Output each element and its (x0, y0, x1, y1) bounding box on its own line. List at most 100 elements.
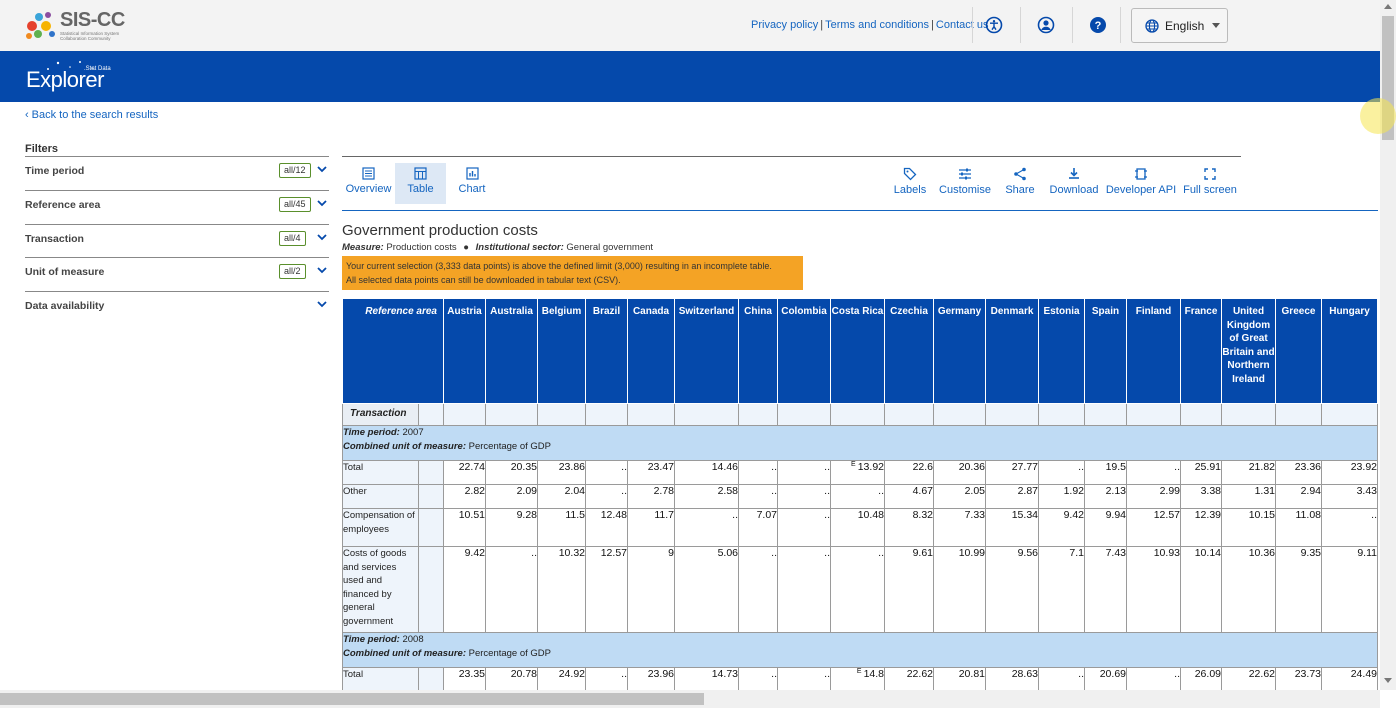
table-cell[interactable]: .. (830, 546, 885, 633)
terms-link[interactable]: Terms and conditions (825, 19, 929, 31)
table-cell[interactable]: 20.81 (933, 667, 986, 690)
download-button[interactable]: Download (1048, 163, 1100, 204)
filter-time-period[interactable]: Time period all/12 (25, 156, 329, 189)
table-cell[interactable]: 9.28 (485, 508, 538, 547)
table-cell[interactable]: 10.36 (1221, 546, 1276, 633)
table-cell[interactable]: 22.62 (1221, 667, 1276, 690)
table-cell[interactable]: 9.35 (1275, 546, 1322, 633)
account-icon[interactable] (1034, 13, 1058, 37)
horizontal-scrollbar[interactable] (0, 690, 1380, 708)
table-cell[interactable]: .. (830, 484, 885, 509)
table-cell[interactable]: 23.73 (1275, 667, 1322, 690)
table-cell[interactable]: 26.09 (1180, 667, 1222, 690)
filter-unit-of-measure[interactable]: Unit of measure all/2 (25, 257, 329, 290)
table-cell[interactable]: E 14.8 (830, 667, 885, 690)
table-cell[interactable]: .. (1038, 667, 1085, 690)
table-cell[interactable]: 12.57 (585, 546, 628, 633)
table-cell[interactable]: .. (1126, 667, 1181, 690)
table-cell[interactable]: 2.05 (933, 484, 986, 509)
table-cell[interactable]: .. (777, 484, 831, 509)
developer-api-button[interactable]: Developer API (1104, 163, 1178, 204)
filter-transaction[interactable]: Transaction all/4 (25, 224, 329, 257)
table-cell[interactable]: 10.99 (933, 546, 986, 633)
table-cell[interactable]: 10.48 (830, 508, 885, 547)
table-cell[interactable]: 5.06 (674, 546, 739, 633)
table-cell[interactable]: 9.11 (1321, 546, 1378, 633)
table-cell[interactable]: .. (777, 667, 831, 690)
table-cell[interactable]: 23.86 (537, 460, 586, 485)
table-cell[interactable]: .. (777, 546, 831, 633)
estimate-flag-icon[interactable]: E (857, 668, 862, 675)
table-cell[interactable]: 10.15 (1221, 508, 1276, 547)
labels-button[interactable]: Labels (890, 163, 930, 204)
table-cell[interactable]: 2.87 (985, 484, 1039, 509)
table-cell[interactable]: 9.42 (443, 546, 486, 633)
table-cell[interactable]: 20.35 (485, 460, 538, 485)
table-cell[interactable]: 9.94 (1084, 508, 1127, 547)
table-cell[interactable]: 21.82 (1221, 460, 1276, 485)
table-cell[interactable]: 2.99 (1126, 484, 1181, 509)
table-cell[interactable]: 23.92 (1321, 460, 1378, 485)
share-button[interactable]: Share (1002, 163, 1038, 204)
table-cell[interactable]: 19.5 (1084, 460, 1127, 485)
table-cell[interactable]: 10.14 (1180, 546, 1222, 633)
table-cell[interactable]: 9.61 (884, 546, 934, 633)
table-cell[interactable]: 1.92 (1038, 484, 1085, 509)
table-cell[interactable]: 23.96 (627, 667, 675, 690)
table-cell[interactable]: .. (485, 546, 538, 633)
scroll-up-arrow-icon[interactable] (1384, 4, 1392, 9)
table-cell[interactable]: 1.31 (1221, 484, 1276, 509)
table-cell[interactable]: 12.48 (585, 508, 628, 547)
table-cell[interactable]: .. (738, 460, 778, 485)
table-cell[interactable]: 10.32 (537, 546, 586, 633)
filter-reference-area[interactable]: Reference area all/45 (25, 190, 329, 223)
table-cell[interactable]: 24.92 (537, 667, 586, 690)
table-cell[interactable]: 7.43 (1084, 546, 1127, 633)
scrollbar-thumb[interactable] (0, 693, 704, 705)
table-cell[interactable]: 2.58 (674, 484, 739, 509)
filter-data-availability[interactable]: Data availability (25, 291, 329, 324)
data-table-container[interactable]: Reference area Austria Australia Belgium Br… (342, 298, 1378, 690)
table-cell[interactable]: 23.36 (1275, 460, 1322, 485)
table-cell[interactable]: 12.39 (1180, 508, 1222, 547)
table-cell[interactable]: 28.63 (985, 667, 1039, 690)
table-cell[interactable]: 3.43 (1321, 484, 1378, 509)
back-to-results-link[interactable]: ‹ Back to the search results (25, 109, 158, 121)
table-cell[interactable]: 7.07 (738, 508, 778, 547)
table-cell[interactable]: 9 (627, 546, 675, 633)
table-cell[interactable]: 2.04 (537, 484, 586, 509)
table-cell[interactable]: 2.09 (485, 484, 538, 509)
customise-button[interactable]: Customise (937, 163, 993, 204)
table-cell[interactable]: .. (1038, 460, 1085, 485)
contact-link[interactable]: Contact us (936, 19, 989, 31)
table-cell[interactable]: 25.91 (1180, 460, 1222, 485)
help-icon[interactable]: ? (1086, 13, 1110, 37)
table-cell[interactable]: 11.7 (627, 508, 675, 547)
table-cell[interactable]: 14.73 (674, 667, 739, 690)
table-cell[interactable]: 12.57 (1126, 508, 1181, 547)
table-cell[interactable]: 14.46 (674, 460, 739, 485)
table-cell[interactable]: 2.94 (1275, 484, 1322, 509)
table-cell[interactable]: 2.82 (443, 484, 486, 509)
table-cell[interactable]: .. (585, 667, 628, 690)
table-cell[interactable]: 9.42 (1038, 508, 1085, 547)
estimate-flag-icon[interactable]: E (851, 461, 856, 468)
table-cell[interactable]: 24.49 (1321, 667, 1378, 690)
privacy-policy-link[interactable]: Privacy policy (751, 19, 818, 31)
table-cell[interactable]: 20.69 (1084, 667, 1127, 690)
tab-chart[interactable]: Chart (452, 163, 492, 204)
table-cell[interactable]: 2.78 (627, 484, 675, 509)
full-screen-button[interactable]: Full screen (1182, 163, 1238, 204)
table-cell[interactable]: 11.5 (537, 508, 586, 547)
tab-overview[interactable]: Overview (342, 163, 395, 204)
tab-table[interactable]: Table (395, 163, 446, 204)
table-cell[interactable]: .. (738, 484, 778, 509)
table-cell[interactable]: .. (777, 508, 831, 547)
table-cell[interactable]: 22.74 (443, 460, 486, 485)
table-cell[interactable]: 7.1 (1038, 546, 1085, 633)
table-cell[interactable]: 9.56 (985, 546, 1039, 633)
table-cell[interactable]: 11.08 (1275, 508, 1322, 547)
table-cell[interactable]: 22.6 (884, 460, 934, 485)
table-cell[interactable]: E 13.92 (830, 460, 885, 485)
sis-cc-logo[interactable]: SIS-CC Statistical Information System Co… (24, 6, 134, 44)
